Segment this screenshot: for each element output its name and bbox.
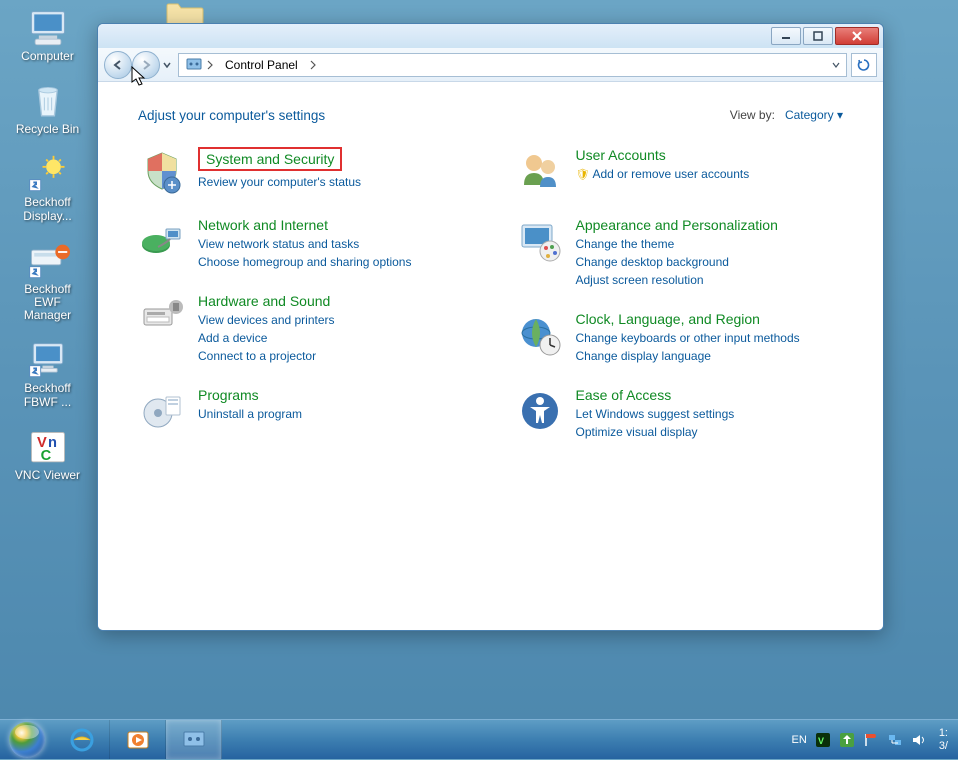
start-orb-icon bbox=[9, 722, 45, 758]
view-by: View by: Category ▾ bbox=[730, 108, 843, 122]
category-link[interactable]: Change display language bbox=[576, 347, 844, 365]
taskbar-ie[interactable] bbox=[54, 720, 110, 759]
desktop-icon-label: Computer bbox=[10, 50, 85, 63]
tray-flag-icon[interactable] bbox=[863, 732, 879, 748]
desktop-icon-label: Beckhoff EWF Manager bbox=[10, 283, 85, 323]
computer-icon bbox=[26, 8, 70, 48]
taskbar: EN V 1: 3/ bbox=[0, 719, 958, 759]
tray-update-icon[interactable] bbox=[839, 732, 855, 748]
desktop-icon-beckhoff-fbwf[interactable]: Beckhoff FBWF ... bbox=[10, 340, 85, 408]
control-panel-window: Control Panel View by: Category ▾ Adjust… bbox=[97, 23, 884, 631]
category-title[interactable]: Ease of Access bbox=[576, 387, 672, 403]
desktop-icon-recycle-bin[interactable]: Recycle Bin bbox=[10, 81, 85, 136]
lang-indicator[interactable]: EN bbox=[792, 734, 807, 746]
category-icon bbox=[516, 217, 564, 265]
content-area: View by: Category ▾ Adjust your computer… bbox=[98, 82, 883, 630]
category-icon bbox=[516, 387, 564, 435]
close-button[interactable] bbox=[835, 27, 879, 45]
category-appearance-and-personalization: Appearance and Personalization Change the… bbox=[516, 217, 844, 289]
category-link[interactable]: Add or remove user accounts bbox=[576, 165, 844, 184]
start-button[interactable] bbox=[0, 720, 54, 760]
category-title[interactable]: Network and Internet bbox=[198, 217, 328, 233]
desktop-icon-computer[interactable]: Computer bbox=[10, 8, 85, 63]
category-user-accounts: User Accounts Add or remove user accounts bbox=[516, 147, 844, 195]
address-dropdown[interactable] bbox=[826, 54, 846, 76]
desktop-icon-beckhoff-display[interactable]: Beckhoff Display... bbox=[10, 154, 85, 222]
category-link[interactable]: Add a device bbox=[198, 329, 466, 347]
category-icon bbox=[516, 147, 564, 195]
category-link[interactable]: Optimize visual display bbox=[576, 423, 844, 441]
category-title[interactable]: Clock, Language, and Region bbox=[576, 311, 760, 327]
control-panel-icon bbox=[185, 56, 203, 74]
clock-time: 1: bbox=[939, 727, 948, 739]
category-hardware-and-sound: Hardware and Sound View devices and print… bbox=[138, 293, 466, 365]
desktop-icon-label: Beckhoff Display... bbox=[10, 196, 85, 222]
desktop-icon-vnc-viewer[interactable]: VnC VNC Viewer bbox=[10, 427, 85, 482]
back-button[interactable] bbox=[104, 51, 132, 79]
category-link[interactable]: Change the theme bbox=[576, 235, 844, 253]
forward-button[interactable] bbox=[132, 51, 160, 79]
category-link[interactable]: Choose homegroup and sharing options bbox=[198, 253, 466, 271]
category-icon bbox=[138, 217, 186, 265]
system-tray: EN V 1: 3/ bbox=[792, 720, 958, 759]
taskbar-media-player[interactable] bbox=[110, 720, 166, 759]
address-bar[interactable]: Control Panel bbox=[178, 53, 847, 77]
nav-history-dropdown[interactable] bbox=[160, 51, 174, 79]
category-link[interactable]: View network status and tasks bbox=[198, 235, 466, 253]
tray-vnc-icon[interactable]: V bbox=[815, 732, 831, 748]
viewby-dropdown[interactable]: Category ▾ bbox=[785, 108, 843, 122]
category-title[interactable]: Hardware and Sound bbox=[198, 293, 330, 309]
category-icon bbox=[138, 147, 186, 195]
category-link[interactable]: View devices and printers bbox=[198, 311, 466, 329]
category-clock-language-and-region: Clock, Language, and Region Change keyboa… bbox=[516, 311, 844, 365]
category-title[interactable]: Appearance and Personalization bbox=[576, 217, 778, 233]
viewby-label: View by: bbox=[730, 108, 775, 122]
desktop-icon-label: VNC Viewer bbox=[10, 469, 85, 482]
category-link[interactable]: Uninstall a program bbox=[198, 405, 466, 423]
svg-text:C: C bbox=[40, 448, 51, 464]
titlebar bbox=[98, 24, 883, 48]
category-icon bbox=[138, 293, 186, 341]
refresh-button[interactable] bbox=[851, 53, 877, 77]
svg-text:V: V bbox=[818, 736, 824, 746]
category-link[interactable]: Let Windows suggest settings bbox=[576, 405, 844, 423]
category-title[interactable]: User Accounts bbox=[576, 147, 666, 163]
maximize-button[interactable] bbox=[803, 27, 833, 45]
category-ease-of-access: Ease of Access Let Windows suggest settin… bbox=[516, 387, 844, 441]
vnc-icon: VnC bbox=[26, 427, 70, 467]
recycle-bin-icon bbox=[26, 81, 70, 121]
category-programs: Programs Uninstall a program bbox=[138, 387, 466, 435]
breadcrumb-root[interactable]: Control Panel bbox=[219, 54, 304, 76]
navbar: Control Panel bbox=[98, 48, 883, 82]
clock[interactable]: 1: 3/ bbox=[935, 727, 952, 751]
clock-date: 3/ bbox=[939, 740, 948, 752]
category-title[interactable]: System and Security bbox=[198, 147, 342, 171]
monitor-shortcut-icon bbox=[26, 340, 70, 380]
category-icon bbox=[138, 387, 186, 435]
category-link[interactable]: Change desktop background bbox=[576, 253, 844, 271]
desktop-icon-label: Recycle Bin bbox=[10, 123, 85, 136]
category-link[interactable]: Change keyboards or other input methods bbox=[576, 329, 844, 347]
tray-volume-icon[interactable] bbox=[911, 732, 927, 748]
category-link[interactable]: Connect to a projector bbox=[198, 347, 466, 365]
category-system-and-security: System and Security Review your computer'… bbox=[138, 147, 466, 195]
category-title[interactable]: Programs bbox=[198, 387, 259, 403]
minimize-button[interactable] bbox=[771, 27, 801, 45]
category-network-and-internet: Network and Internet View network status … bbox=[138, 217, 466, 271]
taskbar-control-panel[interactable] bbox=[166, 720, 222, 759]
category-icon bbox=[516, 311, 564, 359]
category-link[interactable]: Adjust screen resolution bbox=[576, 271, 844, 289]
desktop-icon-beckhoff-ewf[interactable]: Beckhoff EWF Manager bbox=[10, 241, 85, 323]
drive-manager-icon bbox=[26, 241, 70, 281]
tray-network-icon[interactable] bbox=[887, 732, 903, 748]
sun-icon bbox=[26, 154, 70, 194]
category-link[interactable]: Review your computer's status bbox=[198, 173, 466, 191]
desktop-icon-label: Beckhoff FBWF ... bbox=[10, 382, 85, 408]
